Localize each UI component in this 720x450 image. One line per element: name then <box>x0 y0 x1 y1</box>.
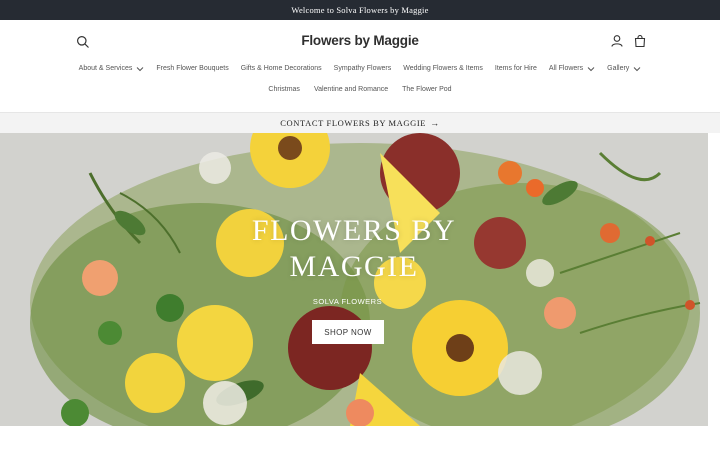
shop-now-button[interactable]: SHOP NOW <box>312 320 384 344</box>
nav-item-wedding-flowers-items[interactable]: Wedding Flowers & Items <box>403 65 483 72</box>
nav-label: Items for Hire <box>494 65 537 72</box>
nav-label: Sympathy Flowers <box>333 65 392 72</box>
nav-item-christmas[interactable]: Christmas <box>268 86 300 93</box>
nav-item-gallery[interactable]: Gallery <box>607 65 641 72</box>
nav-label: Fresh Flower Bouquets <box>156 65 229 72</box>
nav-item-items-for-hire[interactable]: Items for Hire <box>495 65 537 72</box>
nav-item-all-flowers[interactable]: All Flowers <box>549 65 595 72</box>
chevron-down-icon <box>633 66 641 71</box>
nav-label: Valentine and Romance <box>313 86 389 93</box>
nav-label: Christmas <box>268 86 300 93</box>
nav-item-fresh-flower-bouquets[interactable]: Fresh Flower Bouquets <box>156 65 228 72</box>
nav-label: Gifts & Home Decorations <box>240 65 322 72</box>
account-icon <box>611 35 623 47</box>
nav-label: All Flowers <box>548 65 584 72</box>
cart-button[interactable] <box>633 34 647 48</box>
nav-item-sympathy-flowers[interactable]: Sympathy Flowers <box>334 65 392 72</box>
nav-item-valentine-romance[interactable]: Valentine and Romance <box>314 86 388 93</box>
account-button[interactable] <box>610 34 624 48</box>
cart-icon <box>634 34 646 48</box>
hero-subtitle: SOLVA FLOWERS <box>312 297 383 306</box>
contact-label: CONTACT FLOWERS BY MAGGIE <box>280 118 427 128</box>
announcement-text: Welcome to Solva Flowers by Maggie <box>291 5 429 15</box>
nav-label: About & Services <box>78 65 133 72</box>
contact-link[interactable]: CONTACT FLOWERS BY MAGGIE → <box>0 112 720 133</box>
arrow-right-icon: → <box>430 118 440 128</box>
chevron-down-icon <box>587 66 595 71</box>
nav-label: Wedding Flowers & Items <box>403 65 483 72</box>
nav-label: Gallery <box>607 65 630 72</box>
secondary-nav: Christmas Valentine and Romance The Flow… <box>0 86 720 93</box>
hero-title-line2: MAGGIE <box>289 250 419 283</box>
scrollbar[interactable] <box>708 133 720 426</box>
nav-item-flower-pod[interactable]: The Flower Pod <box>402 86 451 93</box>
chevron-down-icon <box>137 66 144 71</box>
nav-label: The Flower Pod <box>402 86 452 93</box>
announcement-bar: Welcome to Solva Flowers by Maggie <box>0 0 720 20</box>
nav-item-about-services[interactable]: About & Services <box>79 65 145 72</box>
hero-title-line1: FLOWERS BY <box>251 214 457 247</box>
nav-item-gifts-home-decorations[interactable]: Gifts & Home Decorations <box>241 65 322 72</box>
hero-banner: FLOWERS BY MAGGIE SOLVA FLOWERS SHOP NOW <box>0 133 708 426</box>
site-header: Flowers by Maggie About & Services Fresh… <box>0 20 720 112</box>
main-nav: About & Services Fresh Flower Bouquets G… <box>0 65 720 72</box>
hero-title: FLOWERS BY MAGGIE <box>0 213 708 285</box>
